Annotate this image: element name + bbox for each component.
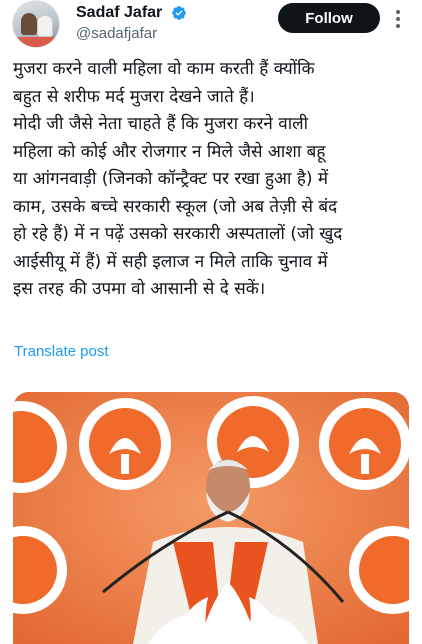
author-avatar[interactable] xyxy=(12,0,60,48)
post-text-line: महिला को कोई और रोजगार न मिले जैसे आशा ब… xyxy=(13,141,326,162)
author-handle[interactable]: @sadafjafar xyxy=(76,25,157,42)
follow-button[interactable]: Follow xyxy=(278,3,380,33)
post-text-line: मोदी जी जैसे नेता चाहते हैं कि मुजरा करन… xyxy=(13,114,309,134)
post-text-line: मुजरा करने वाली महिला वो काम करती हैं क्… xyxy=(13,59,315,79)
post-media-photo[interactable] xyxy=(13,392,409,644)
post-text-line: या आंगनवाड़ी (जिनको कॉन्ट्रैक्ट पर रखा ह… xyxy=(13,169,329,189)
post-text-line: काम, उसके बच्चे सरकारी स्कूल (जो अब तेज़… xyxy=(13,196,338,217)
author-display-name[interactable]: Sadaf Jafar xyxy=(76,4,162,22)
post-text: मुजरा करने वाली महिला वो काम करती हैं क्… xyxy=(13,56,413,304)
post-text-line: आईसीयू में हैं) में सही इलाज न मिले ताकि… xyxy=(13,251,328,272)
author-name-row[interactable]: Sadaf Jafar xyxy=(76,2,187,22)
post-text-line: हो रहे हैं) में न पढ़ें उसको सरकारी अस्प… xyxy=(13,224,343,244)
post-text-line: इस तरह की उपमा वो आसानी से दे सकें। xyxy=(13,279,266,299)
avatar-figure xyxy=(13,37,59,47)
lotus-emblem-icon xyxy=(319,398,409,490)
lotus-emblem-icon xyxy=(79,398,171,490)
post-header: Sadaf Jafar @sadafjafar Follow xyxy=(0,0,422,56)
avatar-figure xyxy=(21,13,37,35)
avatar-figure xyxy=(37,15,53,37)
verified-badge-icon xyxy=(172,5,187,20)
media-photo-illustration xyxy=(13,392,409,644)
post-text-line: बहुत से शरीफ मर्द मुजरा देखने जाते हैं। xyxy=(13,86,255,107)
translate-post-link[interactable]: Translate post xyxy=(14,343,109,360)
more-vertical-icon[interactable] xyxy=(392,8,404,30)
